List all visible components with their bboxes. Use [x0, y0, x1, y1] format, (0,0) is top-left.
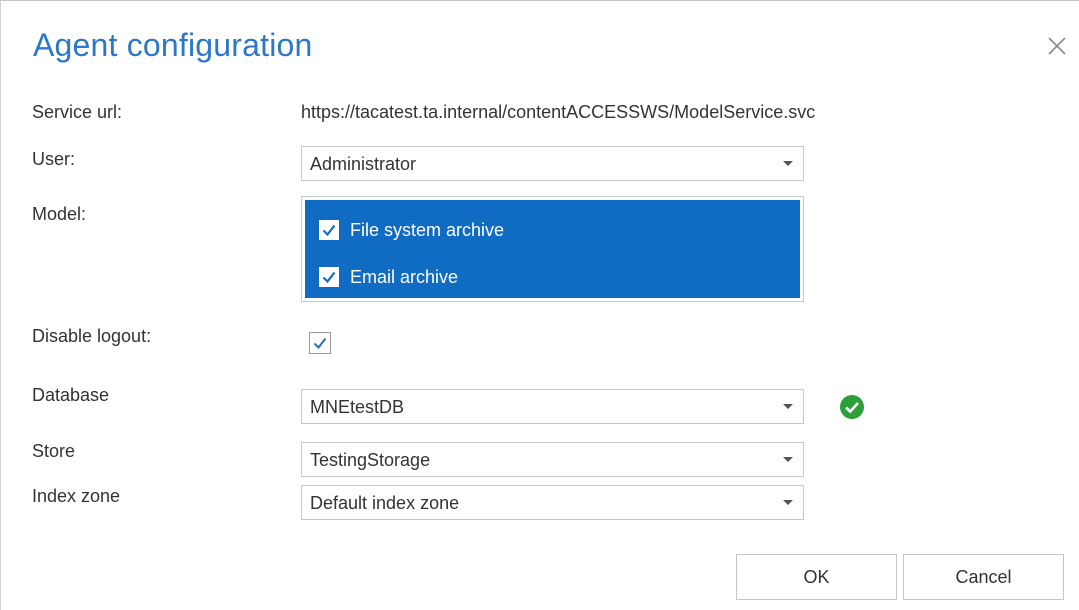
agent-configuration-dialog: Agent configuration Service url: https:/… — [0, 0, 1079, 610]
index-zone-select-value: Default index zone — [310, 493, 460, 513]
model-label: Model: — [32, 204, 87, 224]
user-select-value: Administrator — [310, 154, 417, 174]
checkbox-checked-icon[interactable] — [319, 267, 339, 287]
model-option-file-system-archive[interactable]: File system archive — [319, 218, 504, 242]
store-select[interactable]: TestingStorage — [301, 442, 804, 477]
index-zone-label: Index zone — [32, 486, 121, 506]
close-icon[interactable] — [1044, 33, 1070, 59]
chevron-down-icon — [783, 404, 793, 409]
database-select[interactable]: MNEtestDB — [301, 389, 804, 424]
store-select-value: TestingStorage — [310, 450, 431, 470]
model-selection: File system archive Email archive — [305, 200, 800, 298]
chevron-down-icon — [783, 161, 793, 166]
database-label: Database — [32, 385, 110, 405]
checkbox-checked-icon[interactable] — [319, 220, 339, 240]
model-option-email-archive[interactable]: Email archive — [319, 265, 458, 289]
dialog-title: Agent configuration — [33, 27, 313, 63]
ok-button[interactable]: OK — [736, 554, 897, 600]
store-label: Store — [32, 441, 76, 461]
model-option-label: Email archive — [350, 266, 459, 287]
model-option-label: File system archive — [350, 219, 505, 240]
service-url-label: Service url: — [32, 102, 123, 122]
chevron-down-icon — [783, 500, 793, 505]
user-label: User: — [32, 149, 76, 169]
cancel-button[interactable]: Cancel — [903, 554, 1064, 600]
service-url-value: https://tacatest.ta.internal/contentACCE… — [301, 102, 816, 122]
chevron-down-icon — [783, 457, 793, 462]
model-listbox[interactable]: File system archive Email archive — [301, 196, 804, 302]
user-select[interactable]: Administrator — [301, 146, 804, 181]
database-select-value: MNEtestDB — [310, 397, 405, 417]
index-zone-select[interactable]: Default index zone — [301, 485, 804, 520]
disable-logout-label: Disable logout: — [32, 326, 152, 346]
check-circle-icon — [839, 394, 865, 420]
disable-logout-checkbox[interactable] — [309, 332, 331, 354]
